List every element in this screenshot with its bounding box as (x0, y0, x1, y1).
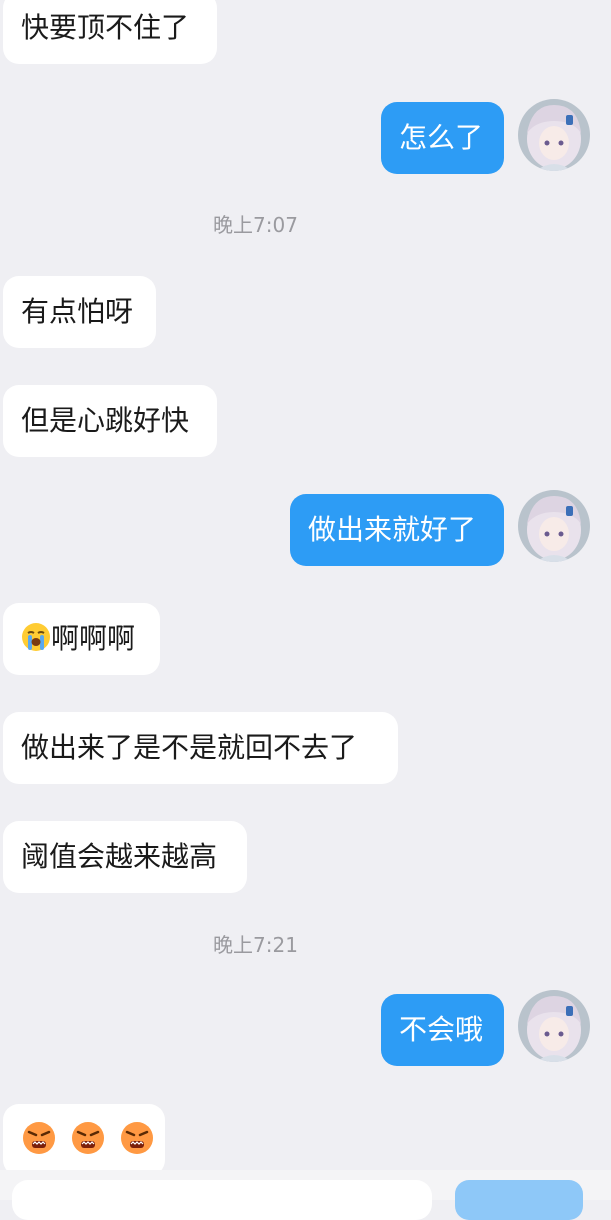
message-text: 快要顶不住了 (21, 11, 190, 44)
message-text: 啊啊啊 (51, 622, 136, 655)
message-text: 怎么了 (399, 121, 484, 154)
avatar-image (518, 990, 590, 1062)
message-incoming[interactable]: 快要顶不住了 (3, 0, 217, 64)
message-input[interactable] (12, 1180, 432, 1220)
message-outgoing[interactable]: 怎么了 (381, 102, 504, 174)
avatar-image (518, 99, 590, 171)
timestamp: 晚上7:07 (213, 213, 298, 237)
message-incoming[interactable]: 但是心跳好快 (3, 385, 217, 457)
timestamp: 晚上7:21 (213, 933, 298, 957)
angry-face-icon (119, 1120, 155, 1156)
message-outgoing[interactable]: 做出来就好了 (290, 494, 504, 566)
message-text: 做出来了是不是就回不去了 (21, 731, 358, 764)
avatar[interactable] (518, 990, 590, 1062)
avatar[interactable] (518, 490, 590, 562)
message-text: 有点怕呀 (21, 295, 134, 328)
avatar-image (518, 490, 590, 562)
message-text: 不会哦 (399, 1013, 484, 1046)
angry-face-icon (70, 1120, 106, 1156)
send-button[interactable] (455, 1180, 583, 1220)
loudly-crying-face-icon (21, 622, 51, 652)
message-text: 但是心跳好快 (21, 404, 190, 437)
message-incoming[interactable]: 有点怕呀 (3, 276, 156, 348)
message-outgoing[interactable]: 不会哦 (381, 994, 504, 1066)
message-incoming[interactable]: 阈值会越来越高 (3, 821, 247, 893)
message-incoming[interactable] (3, 1104, 165, 1176)
angry-face-icon (21, 1120, 57, 1156)
message-incoming[interactable]: 做出来了是不是就回不去了 (3, 712, 398, 784)
message-text: 做出来就好了 (308, 513, 477, 546)
message-text: 阈值会越来越高 (21, 840, 218, 873)
message-incoming[interactable]: 啊啊啊 (3, 603, 160, 675)
avatar[interactable] (518, 99, 590, 171)
